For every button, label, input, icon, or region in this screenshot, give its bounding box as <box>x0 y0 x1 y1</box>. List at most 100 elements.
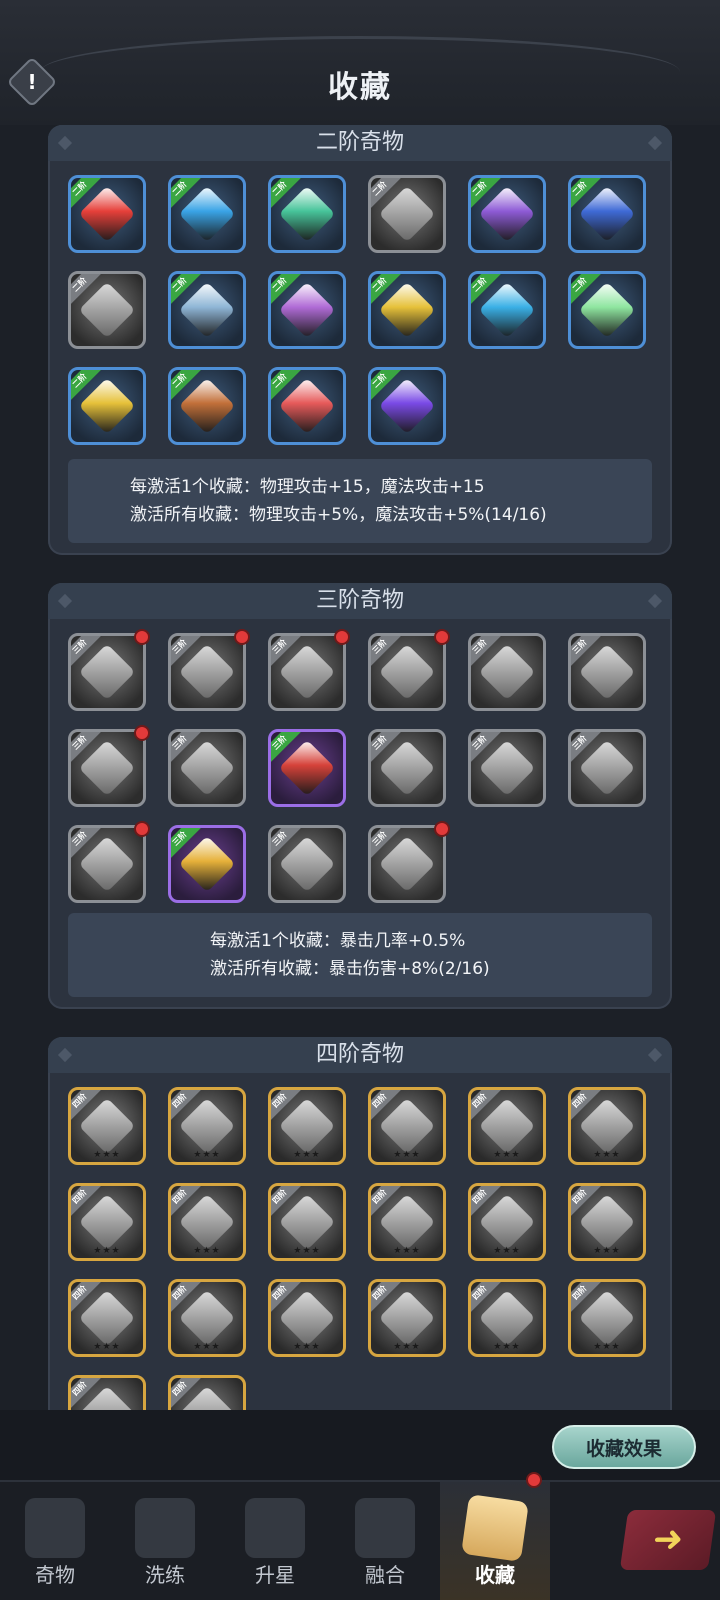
collection-item-slot[interactable]: 三阶 <box>268 729 346 807</box>
collection-item-slot[interactable]: 二阶 <box>368 271 446 349</box>
section-tier4: 四阶奇物 四阶 ★★★ 四阶 ★★★ 四阶 ★★★ 四阶 ★★★ 四阶 ★★★ 四阶 ★★★ 四阶 ★★★… <box>48 1037 672 1410</box>
section-title: 二阶奇物 <box>48 125 672 161</box>
bottom-nav: 奇物 洗练 升星 融合 收藏 <box>0 1472 720 1600</box>
collection-item-slot[interactable]: 二阶 <box>468 271 546 349</box>
collection-item-slot[interactable]: 四阶★★★ <box>168 1183 246 1261</box>
collection-item-slot[interactable]: 四阶★★★ <box>168 1375 246 1410</box>
item-cell: 三阶 <box>368 729 446 807</box>
collection-item-slot[interactable]: 二阶 <box>68 175 146 253</box>
star-rating: ★★★ <box>393 1150 421 1160</box>
arrow-right-icon: ➜ <box>650 1519 687 1560</box>
collection-item-slot[interactable]: 三阶 <box>168 825 246 903</box>
collection-item-slot[interactable]: 四阶★★★ <box>68 1375 146 1410</box>
effect-line: 每激活1个收藏：物理攻击+15，魔法攻击+15 <box>130 477 485 497</box>
collection-item-slot[interactable]: 三阶 <box>168 729 246 807</box>
section-tier3: 三阶奇物 三阶 三阶 三阶 三阶 三阶 三阶 三阶 三阶 三阶 三阶 三阶 三阶 三阶 三阶 三阶 三阶 每激… <box>48 583 672 1009</box>
item-cell: 二阶 <box>468 271 546 349</box>
collection-item-slot[interactable]: 三阶 <box>368 825 446 903</box>
new-dot-icon <box>234 629 250 645</box>
nav-tab-0[interactable]: 奇物 <box>0 1482 110 1600</box>
collection-item-slot[interactable]: 二阶 <box>468 175 546 253</box>
collection-item-slot[interactable]: 四阶★★★ <box>68 1183 146 1261</box>
next-button[interactable]: ➜ <box>619 1510 717 1570</box>
nav-label: 升星 <box>255 1563 295 1587</box>
item-grid: 三阶 三阶 三阶 三阶 三阶 三阶 三阶 三阶 三阶 三阶 三阶 三阶 三阶 三阶 三阶 三阶 <box>68 629 658 903</box>
item-cell: 四阶★★★ <box>268 1087 346 1165</box>
collection-item-slot[interactable]: 四阶★★★ <box>368 1279 446 1357</box>
collection-item-slot[interactable]: 二阶 <box>568 271 646 349</box>
item-cell: 三阶 <box>168 629 250 711</box>
effect-line: 每激活1个收藏：暴击几率+0.5% <box>210 931 466 951</box>
item-cell: 二阶 <box>68 367 146 445</box>
nav-label: 奇物 <box>35 1563 75 1587</box>
collection-item-slot[interactable]: 二阶 <box>68 271 146 349</box>
item-cell: 三阶 <box>368 629 450 711</box>
collection-item-slot[interactable]: 四阶★★★ <box>368 1183 446 1261</box>
collection-item-slot[interactable]: 三阶 <box>468 633 546 711</box>
item-cell: 四阶★★★ <box>568 1183 646 1261</box>
collection-item-slot[interactable]: 四阶★★★ <box>168 1087 246 1165</box>
new-dot-icon <box>434 821 450 837</box>
star-up-icon <box>245 1498 305 1558</box>
collection-item-slot[interactable]: 四阶★★★ <box>268 1183 346 1261</box>
collection-item-slot[interactable]: 四阶★★★ <box>568 1087 646 1165</box>
item-cell: 四阶★★★ <box>168 1375 246 1410</box>
collection-item-slot[interactable]: 三阶 <box>268 633 346 711</box>
collection-item-slot[interactable]: 四阶★★★ <box>468 1183 546 1261</box>
item-cell: 四阶★★★ <box>468 1087 546 1165</box>
collection-item-slot[interactable]: 三阶 <box>68 825 146 903</box>
nav-tab-2[interactable]: 升星 <box>220 1482 330 1600</box>
collection-item-slot[interactable]: 四阶★★★ <box>168 1279 246 1357</box>
collection-item-slot[interactable]: 三阶 <box>68 729 146 807</box>
item-cell: 三阶 <box>168 729 246 807</box>
collection-item-slot[interactable]: 二阶 <box>168 175 246 253</box>
item-cell: 二阶 <box>568 175 646 253</box>
item-cell: 四阶★★★ <box>468 1183 546 1261</box>
collection-item-slot[interactable]: 三阶 <box>368 729 446 807</box>
collection-item-slot[interactable]: 二阶 <box>268 367 346 445</box>
nav-tab-3[interactable]: 融合 <box>330 1482 440 1600</box>
collection-item-slot[interactable]: 四阶★★★ <box>68 1279 146 1357</box>
collection-item-slot[interactable]: 三阶 <box>68 633 146 711</box>
item-cell: 三阶 <box>168 825 246 903</box>
collection-item-slot[interactable]: 四阶★★★ <box>468 1087 546 1165</box>
star-rating: ★★★ <box>593 1246 621 1256</box>
collection-item-slot[interactable]: 三阶 <box>468 729 546 807</box>
collection-item-slot[interactable]: 二阶 <box>268 271 346 349</box>
collection-scroll[interactable]: 二阶奇物 二阶 二阶 二阶 二阶 二阶 二阶 二阶 二阶 二阶 二阶 二阶 二阶 二阶 二阶 二阶 二阶 每激… <box>0 125 720 1410</box>
collection-item-slot[interactable]: 四阶★★★ <box>268 1279 346 1357</box>
item-cell: 二阶 <box>368 367 446 445</box>
item-cell: 四阶★★★ <box>468 1279 546 1357</box>
collection-item-slot[interactable]: 二阶 <box>168 367 246 445</box>
star-rating: ★★★ <box>93 1246 121 1256</box>
collection-item-slot[interactable]: 二阶 <box>68 367 146 445</box>
collection-item-slot[interactable]: 三阶 <box>568 729 646 807</box>
nav-tab-1[interactable]: 洗练 <box>110 1482 220 1600</box>
new-dot-icon <box>134 725 150 741</box>
collection-item-slot[interactable]: 二阶 <box>568 175 646 253</box>
effect-line: 激活所有收藏：物理攻击+5%，魔法攻击+5%(14/16) <box>130 505 547 525</box>
collection-item-slot[interactable]: 二阶 <box>368 175 446 253</box>
nav-tab-4[interactable]: 收藏 <box>440 1472 550 1600</box>
collection-item-slot[interactable]: 四阶★★★ <box>568 1279 646 1357</box>
collection-item-slot[interactable]: 二阶 <box>368 367 446 445</box>
item-cell: 三阶 <box>268 825 346 903</box>
collection-item-slot[interactable]: 三阶 <box>368 633 446 711</box>
star-rating: ★★★ <box>293 1246 321 1256</box>
collection-item-slot[interactable]: 二阶 <box>168 271 246 349</box>
item-cell: 四阶★★★ <box>68 1183 146 1261</box>
collection-item-slot[interactable]: 三阶 <box>568 633 646 711</box>
refine-icon <box>135 1498 195 1558</box>
collection-item-slot[interactable]: 四阶★★★ <box>368 1087 446 1165</box>
collection-item-slot[interactable]: 四阶★★★ <box>68 1087 146 1165</box>
collection-item-slot[interactable]: 四阶★★★ <box>568 1183 646 1261</box>
collection-item-slot[interactable]: 四阶★★★ <box>468 1279 546 1357</box>
item-cell: 三阶 <box>568 633 646 711</box>
collection-item-slot[interactable]: 三阶 <box>168 633 246 711</box>
section-title: 四阶奇物 <box>48 1037 672 1073</box>
collection-item-slot[interactable]: 二阶 <box>268 175 346 253</box>
collection-item-slot[interactable]: 三阶 <box>268 825 346 903</box>
collection-effect-button[interactable]: 收藏效果 <box>552 1425 696 1469</box>
collection-item-slot[interactable]: 四阶★★★ <box>268 1087 346 1165</box>
item-cell: 四阶★★★ <box>268 1183 346 1261</box>
